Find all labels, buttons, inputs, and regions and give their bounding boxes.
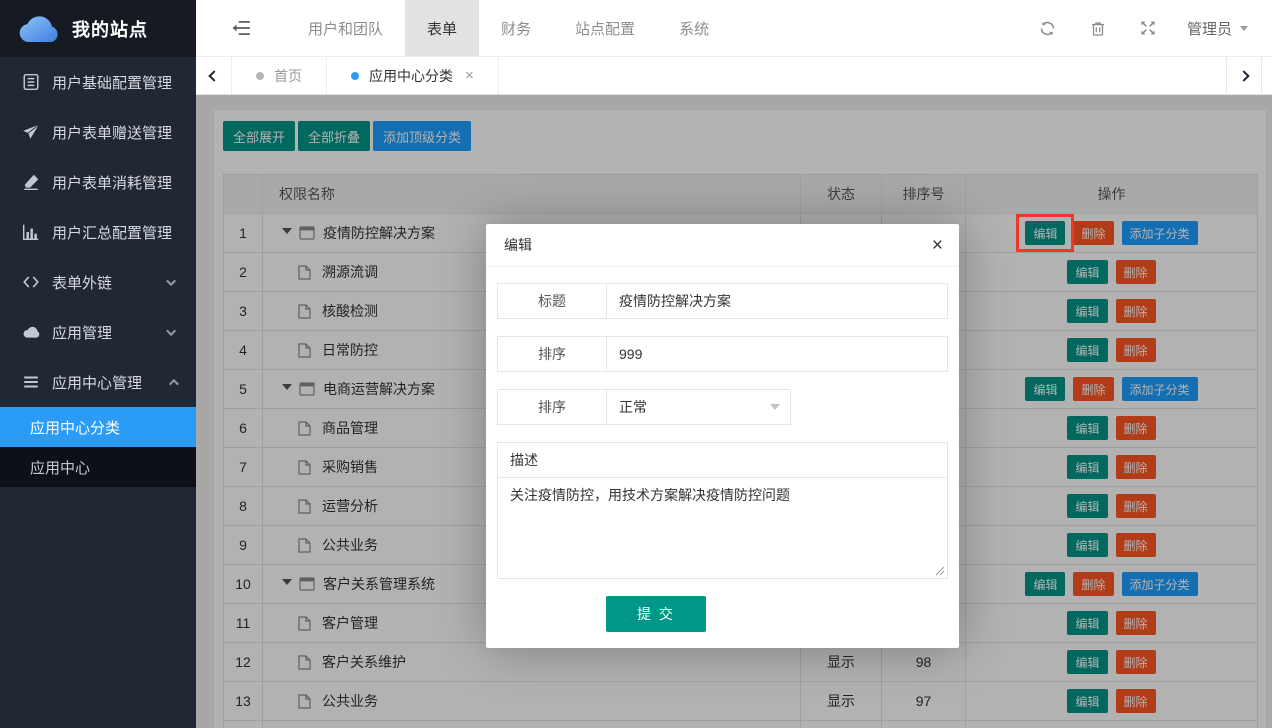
list-icon xyxy=(22,373,40,391)
dialog-header: 编辑 × xyxy=(486,224,959,267)
caret-down-icon xyxy=(1240,26,1248,35)
tab-close-icon[interactable]: × xyxy=(465,68,474,83)
sidebar-item-form-consume[interactable]: 用户表单消耗管理 xyxy=(0,157,196,207)
fullscreen-button[interactable] xyxy=(1123,0,1173,57)
sidebar-subitem-app-center-category[interactable]: 应用中心分类 xyxy=(0,407,196,447)
building-icon xyxy=(22,73,40,91)
app-window: 我的站点 用户基础配置管理 用户表单赠送管理 用户表单消耗管理 xyxy=(0,0,1272,728)
status-field-label: 排序 xyxy=(498,390,607,424)
status-select[interactable]: 正常 xyxy=(607,390,790,424)
sidebar-item-app-center-manage[interactable]: 应用中心管理 xyxy=(0,357,196,407)
sidebar-item-label: 用户基础配置管理 xyxy=(52,72,176,93)
title-field-group: 标题 疫情防控解决方案 xyxy=(497,283,948,319)
sidebar-item-user-summary[interactable]: 用户汇总配置管理 xyxy=(0,207,196,257)
sidebar-item-form-gift[interactable]: 用户表单赠送管理 xyxy=(0,107,196,157)
sidebar-item-label: 用户表单赠送管理 xyxy=(52,122,176,143)
description-textarea[interactable]: 关注疫情防控，用技术方案解决疫情防控问题 xyxy=(498,478,947,578)
refresh-icon xyxy=(1039,20,1056,37)
collapse-menu-icon xyxy=(231,19,251,37)
tab-dot-icon xyxy=(256,72,264,80)
tab-dot-icon xyxy=(351,72,359,80)
status-select-value: 正常 xyxy=(619,399,647,415)
send-icon xyxy=(22,123,40,141)
description-field-group: 描述 关注疫情防控，用技术方案解决疫情防控问题 xyxy=(497,442,948,579)
sidebar-item-label: 应用管理 xyxy=(52,322,169,343)
sidebar-item-app-manage[interactable]: 应用管理 xyxy=(0,307,196,357)
admin-menu[interactable]: 管理员 xyxy=(1173,18,1272,39)
close-icon[interactable]: × xyxy=(932,224,943,267)
sidebar-item-label: 应用中心管理 xyxy=(52,372,169,393)
dialog-body: 标题 疫情防控解决方案 排序 999 排序 正常 描述 xyxy=(486,267,959,632)
bar-chart-icon xyxy=(22,223,40,241)
chevron-left-icon xyxy=(208,70,219,81)
sidebar-item-form-links[interactable]: 表单外链 xyxy=(0,257,196,307)
sidebar-collapse-button[interactable] xyxy=(196,0,286,56)
tab-scroll-left-button[interactable] xyxy=(196,57,232,94)
sidebar-menu: 用户基础配置管理 用户表单赠送管理 用户表单消耗管理 用户汇总配置管理 xyxy=(0,57,196,487)
tab-scroll-right-button[interactable] xyxy=(1226,57,1262,94)
sidebar: 我的站点 用户基础配置管理 用户表单赠送管理 用户表单消耗管理 xyxy=(0,0,196,728)
nav-item-label: 系统 xyxy=(679,18,709,39)
site-title: 我的站点 xyxy=(72,16,148,42)
nav-item-label: 站点配置 xyxy=(575,18,635,39)
chevron-right-icon xyxy=(1238,70,1249,81)
chevron-up-icon xyxy=(169,378,179,388)
tab-home[interactable]: 首页 xyxy=(232,57,327,94)
nav-item-system[interactable]: 系统 xyxy=(657,0,731,56)
nav-item-site-config[interactable]: 站点配置 xyxy=(553,0,657,56)
nav-item-forms[interactable]: 表单 xyxy=(405,0,479,56)
admin-label: 管理员 xyxy=(1187,18,1232,39)
refresh-button[interactable] xyxy=(1023,0,1073,57)
sidebar-item-label: 用户汇总配置管理 xyxy=(52,222,176,243)
sort-field-label: 排序 xyxy=(498,337,607,371)
dialog-title: 编辑 xyxy=(504,237,532,253)
sidebar-subitem-label: 应用中心 xyxy=(30,457,90,478)
sidebar-subitem-app-center[interactable]: 应用中心 xyxy=(0,447,196,487)
select-caret-icon xyxy=(770,404,780,415)
cloud-logo-icon xyxy=(18,14,62,44)
sidebar-subitem-label: 应用中心分类 xyxy=(30,417,120,438)
nav-item-label: 用户和团队 xyxy=(308,18,383,39)
submit-button[interactable]: 提 交 xyxy=(606,596,706,632)
top-nav-right: 管理员 xyxy=(1023,0,1272,56)
edit-dialog: 编辑 × 标题 疫情防控解决方案 排序 999 排序 正常 xyxy=(486,224,959,648)
nav-item-finance[interactable]: 财务 xyxy=(479,0,553,56)
nav-item-users-teams[interactable]: 用户和团队 xyxy=(286,0,405,56)
title-input[interactable]: 疫情防控解决方案 xyxy=(607,284,947,318)
tab-app-center-category[interactable]: 应用中心分类 × xyxy=(327,57,499,94)
tab-bar: 首页 应用中心分类 × xyxy=(196,57,1272,95)
title-field-label: 标题 xyxy=(498,284,607,318)
trash-icon xyxy=(1090,20,1106,37)
content-area: 全部展开 全部折叠 添加顶级分类 权限名称 状态 排序号 操作 xyxy=(196,95,1272,728)
nav-item-label: 财务 xyxy=(501,18,531,39)
annotation-highlight xyxy=(1016,214,1074,252)
nav-item-label: 表单 xyxy=(427,18,457,39)
logo: 我的站点 xyxy=(0,0,196,57)
sort-input[interactable]: 999 xyxy=(607,337,947,371)
clear-cache-button[interactable] xyxy=(1073,0,1123,57)
description-label: 描述 xyxy=(498,443,947,478)
link-icon xyxy=(22,273,40,291)
fullscreen-icon xyxy=(1140,20,1156,36)
top-nav: 用户和团队 表单 财务 站点配置 系统 管理员 xyxy=(196,0,1272,57)
sort-field-group: 排序 999 xyxy=(497,336,948,372)
description-value: 关注疫情防控，用技术方案解决疫情防控问题 xyxy=(510,487,790,503)
cloud-icon xyxy=(22,323,40,341)
tab-label: 首页 xyxy=(274,66,302,86)
sidebar-submenu: 应用中心分类 应用中心 xyxy=(0,407,196,487)
eraser-icon xyxy=(22,173,40,191)
sidebar-item-label: 用户表单消耗管理 xyxy=(52,172,176,193)
sidebar-item-user-base-config[interactable]: 用户基础配置管理 xyxy=(0,57,196,107)
status-field-group: 排序 正常 xyxy=(497,389,791,425)
resize-handle-icon[interactable] xyxy=(935,566,945,576)
sidebar-item-label: 表单外链 xyxy=(52,272,169,293)
tab-label: 应用中心分类 xyxy=(369,66,453,86)
